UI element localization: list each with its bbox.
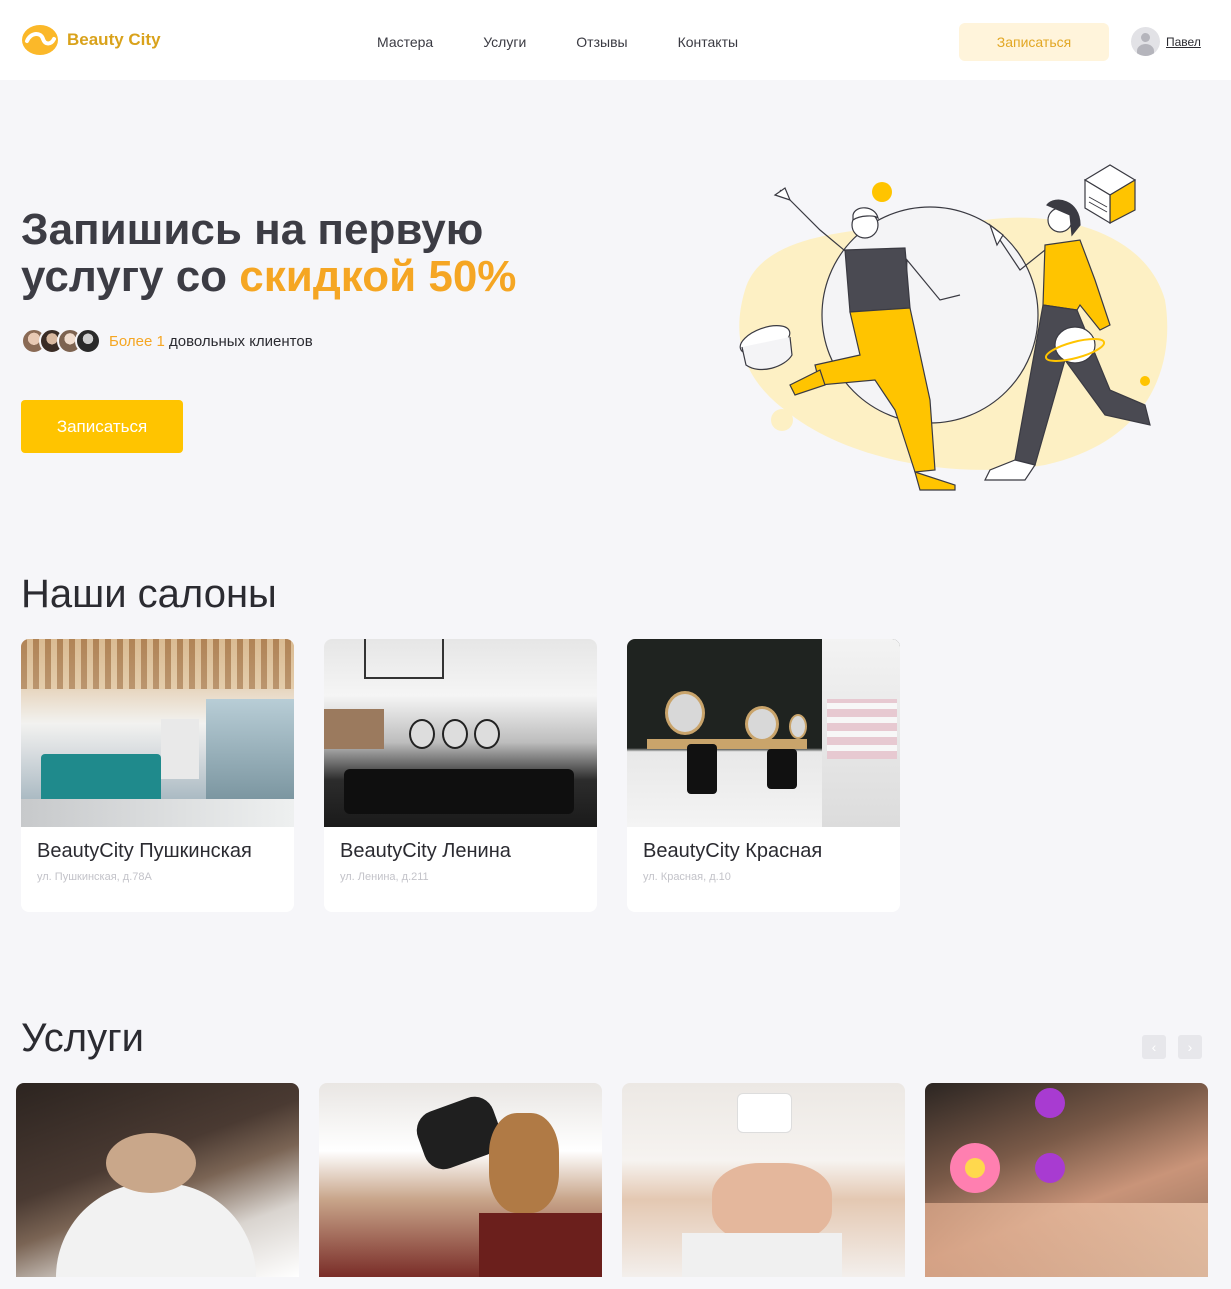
- carousel-prev-button[interactable]: ‹: [1142, 1035, 1166, 1059]
- clients-count-text: Более 1 довольных клиентов: [109, 333, 313, 350]
- salon-card[interactable]: BeautyCity Ленина ул. Ленина, д.211: [324, 639, 597, 912]
- avatar: [1131, 27, 1160, 56]
- clients-count: Более 1: [109, 332, 165, 350]
- nav-contacts[interactable]: Контакты: [678, 34, 738, 50]
- client-avatar: [75, 328, 101, 354]
- salon-photo: [324, 639, 597, 827]
- salon-photo: [21, 639, 294, 827]
- hero-book-button[interactable]: Записаться: [21, 400, 183, 453]
- hero-title-line2: услугу со: [21, 252, 240, 301]
- brand-name: Beauty City: [67, 30, 161, 49]
- client-avatars: [21, 328, 101, 354]
- salon-photo: [627, 639, 900, 827]
- user-profile[interactable]: Павел: [1131, 27, 1201, 56]
- logo[interactable]: Beauty City: [21, 24, 161, 56]
- hero-title-accent: скидкой 50%: [239, 252, 517, 301]
- salon-name: BeautyCity Пушкинская: [37, 840, 252, 862]
- services-title: Услуги: [21, 1016, 145, 1060]
- salon-address: ул. Ленина, д.211: [340, 871, 429, 883]
- site-header: Beauty City Мастера Услуги Отзывы Контак…: [0, 0, 1231, 80]
- salon-name: BeautyCity Ленина: [340, 840, 511, 862]
- salon-address: ул. Красная, д.10: [643, 871, 731, 883]
- salon-card[interactable]: BeautyCity Пушкинская ул. Пушкинская, д.…: [21, 639, 294, 912]
- logo-icon: [22, 25, 58, 55]
- salon-address: ул. Пушкинская, д.78А: [37, 871, 152, 883]
- clients-label: довольных клиентов: [164, 332, 313, 350]
- chevron-left-icon: ‹: [1151, 1039, 1157, 1055]
- salon-name: BeautyCity Красная: [643, 840, 823, 862]
- main-nav: Мастера Услуги Отзывы Контакты: [377, 34, 738, 50]
- chevron-right-icon: ›: [1187, 1039, 1193, 1055]
- hero-title: Запишись на первую услугу со скидкой 50%: [21, 206, 581, 300]
- service-photo: [56, 1183, 256, 1277]
- service-card[interactable]: [16, 1083, 299, 1277]
- nav-reviews[interactable]: Отзывы: [576, 34, 627, 50]
- nav-masters[interactable]: Мастера: [377, 34, 433, 50]
- salon-card[interactable]: BeautyCity Красная ул. Красная, д.10: [627, 639, 900, 912]
- service-photo: [737, 1093, 792, 1133]
- nav-services[interactable]: Услуги: [483, 34, 526, 50]
- service-card[interactable]: [319, 1083, 602, 1277]
- user-name-link[interactable]: Павел: [1166, 35, 1201, 49]
- salons-title: Наши салоны: [21, 572, 277, 616]
- service-card[interactable]: [925, 1083, 1208, 1277]
- service-card[interactable]: [622, 1083, 905, 1277]
- happy-clients: Более 1 довольных клиентов: [21, 328, 313, 354]
- hero-illustration: [739, 164, 1168, 491]
- carousel-next-button[interactable]: ›: [1178, 1035, 1202, 1059]
- header-book-button[interactable]: Записаться: [959, 23, 1109, 61]
- hero-title-line1: Запишись на первую: [21, 205, 484, 254]
